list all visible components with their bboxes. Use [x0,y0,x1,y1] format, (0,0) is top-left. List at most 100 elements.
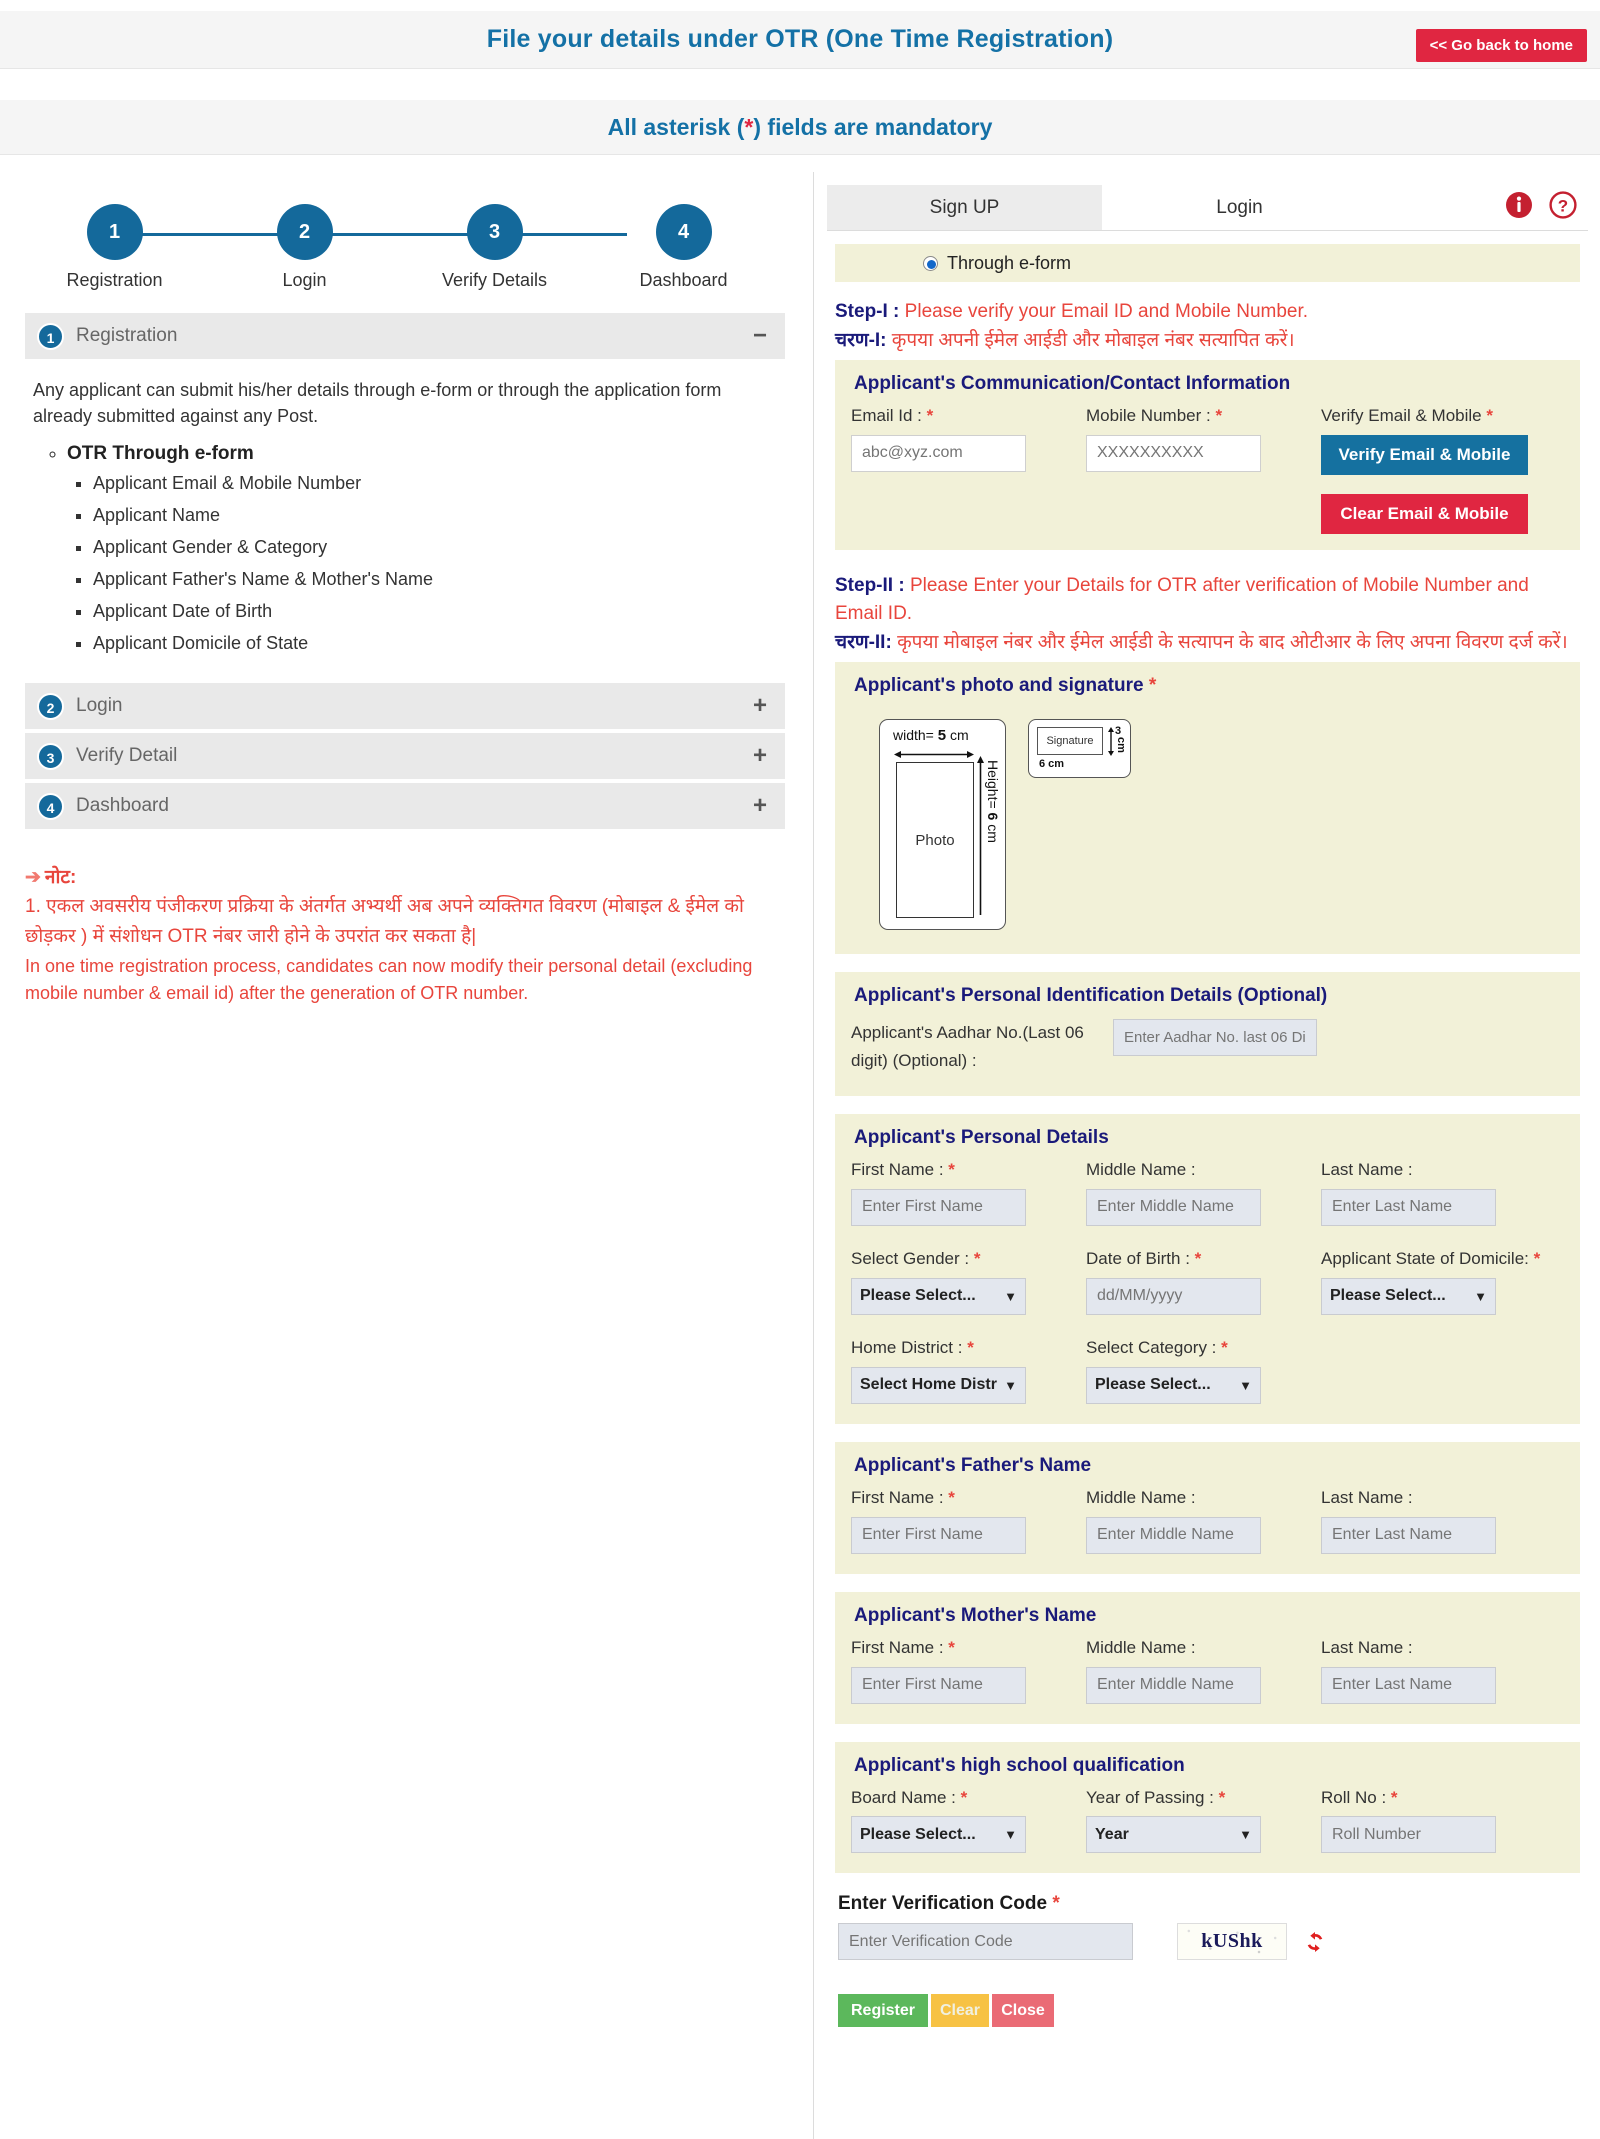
dob-input[interactable] [1086,1277,1261,1315]
father-last-name-label: Last Name : [1321,1487,1413,1507]
board-name-select[interactable]: Please Select... ▼ [851,1816,1026,1854]
personal-middle-name-group: Middle Name : [1086,1159,1321,1226]
father-middle-name-input[interactable] [1086,1516,1261,1554]
home-district-select[interactable]: Select Home Distr ▼ [851,1366,1026,1404]
accordion-header-registration[interactable]: 1 Registration − [25,313,785,359]
home-district-select-value: Select Home Distr [860,1376,997,1394]
info-circle-icon[interactable] [1504,190,1534,220]
email-field-group: Email Id : * [851,405,1086,534]
radio-through-eform-label: Through e-form [947,252,1072,273]
verify-field-group: Verify Email & Mobile * Verify Email & M… [1321,405,1551,534]
aadhar-field-row: Applicant's Aadhar No.(Last 06 digit) (O… [851,1017,1564,1073]
gender-select[interactable]: Please Select... ▼ [851,1277,1026,1315]
mother-first-name-input[interactable] [851,1666,1026,1704]
register-button[interactable]: Register [838,1994,928,2028]
signup-form: Through e-form Step-I : Please verify yo… [827,244,1588,2028]
required-asterisk: * [1218,1787,1226,1807]
verify-email-mobile-button[interactable]: Verify Email & Mobile [1321,434,1528,475]
required-asterisk: * [926,406,934,425]
contact-information-box: Applicant's Communication/Contact Inform… [835,360,1580,550]
step-2-text: Please Enter your Details for OTR after … [835,574,1529,625]
roll-no-input[interactable] [1321,1816,1496,1854]
mother-middle-name-input[interactable] [1086,1666,1261,1704]
signup-login-tabs: Sign UP Login ? [827,185,1588,231]
step-1-hindi-label: चरण-I: [835,329,887,351]
personal-details-title: Applicant's Personal Details [854,1126,1109,1148]
personal-last-name-input[interactable] [1321,1188,1496,1226]
registration-group-item: OTR Through e-form Applicant Email & Mob… [67,443,777,654]
accordion-header-verify-detail[interactable]: 3 Verify Detail + [25,733,785,780]
personal-first-name-input[interactable] [851,1188,1026,1226]
board-name-label: Board Name : * [851,1787,1075,1810]
category-select[interactable]: Please Select... ▼ [1086,1366,1261,1404]
photo-width-label-text: width= [893,727,934,744]
label-text: First Name : [851,1159,944,1179]
accordion-plus-icon[interactable]: + [753,794,767,818]
radio-through-eform[interactable] [923,255,938,271]
email-input[interactable] [851,434,1026,472]
accordion-header-login[interactable]: 2 Login + [25,683,785,730]
stepper-step-registration: 1 Registration [57,204,172,291]
note-heading-text: नोट: [44,867,77,889]
required-asterisk: * [1533,1248,1541,1268]
step-1-line-hi: चरण-I: कृपया अपनी ईमेल आईडी और मोबाइल नं… [835,327,1580,356]
mandatory-notice-text: All asterisk (*) fields are mandatory [608,114,993,141]
year-of-passing-group: Year of Passing : * Year ▼ [1086,1787,1321,1854]
photo-signature-diagram: width= 5 cm Photo Height= 6 cm Signature… [851,707,1564,938]
close-button[interactable]: Close [992,1994,1054,2028]
aadhar-box-title: Applicant's Personal Identification Deta… [854,985,1328,1007]
aadhar-input[interactable] [1113,1019,1317,1057]
captcha-image: kUShk [1177,1923,1287,1961]
label-text: First Name : [851,1637,944,1657]
photo-height-unit: cm [985,824,1001,844]
clear-email-mobile-button[interactable]: Clear Email & Mobile [1321,493,1528,534]
domicile-label: Applicant State of Domicile: * [1321,1248,1545,1271]
question-circle-icon[interactable]: ? [1548,190,1578,220]
signature-placeholder-box: Signature [1037,727,1103,756]
accordion-minus-icon[interactable]: − [753,324,767,348]
personal-last-name-label: Last Name : [1321,1159,1413,1179]
personal-details-box: Applicant's Personal Details First Name … [835,1113,1580,1424]
content-columns: 1 Registration 2 Login 3 Verify Details … [0,172,1600,2139]
chevron-down-icon: ▼ [1239,1827,1252,1843]
stepper-step-dashboard: 4 Dashboard [626,204,741,291]
personal-first-name-label: First Name : * [851,1159,1075,1182]
personal-middle-name-input[interactable] [1086,1188,1261,1226]
verification-code-label: Enter Verification Code * [838,1893,1580,1915]
domicile-select[interactable]: Please Select... ▼ [1321,1277,1496,1315]
high-school-title: Applicant's high school qualification [854,1754,1185,1776]
dob-group: Date of Birth : * [1086,1248,1321,1315]
accordion-plus-icon[interactable]: + [753,694,767,718]
accordion-header-dashboard[interactable]: 4 Dashboard + [25,783,785,830]
accordion-plus-icon[interactable]: + [753,744,767,768]
required-asterisk: * [1221,1337,1228,1357]
email-label: Email Id : * [851,405,1075,428]
tab-login[interactable]: Login [1102,185,1377,230]
chevron-down-icon: ▼ [1004,1377,1017,1393]
father-last-name-input[interactable] [1321,1516,1496,1554]
form-action-buttons: Register Clear Close [838,1994,1580,2028]
mandatory-prefix: All asterisk ( [607,113,745,140]
year-of-passing-select[interactable]: Year ▼ [1086,1816,1261,1854]
verification-code-row: kUShk [838,1923,1580,1961]
step-1-label: Step-I : [835,301,900,322]
verification-code-input[interactable] [838,1923,1133,1961]
category-select-value: Please Select... [1095,1376,1211,1394]
signup-mode-bar: Through e-form [835,244,1580,282]
mobile-label-text: Mobile Number : [1086,406,1211,425]
tab-signup[interactable]: Sign UP [827,185,1102,230]
personal-name-row: First Name : * Middle Name : Last Name : [851,1159,1564,1226]
photo-signature-title: Applicant's photo and signature * [851,668,1564,707]
mother-last-name-input[interactable] [1321,1666,1496,1704]
refresh-icon[interactable] [1303,1930,1327,1954]
father-first-name-input[interactable] [851,1516,1026,1554]
signature-height-unit: cm [1115,737,1127,754]
mobile-input[interactable] [1086,434,1261,472]
required-asterisk: * [1148,675,1157,697]
stepper-label-4: Dashboard [639,270,728,290]
mother-last-name-label: Last Name : [1321,1637,1413,1657]
clear-button[interactable]: Clear [931,1994,989,2028]
photo-width-value: 5 [937,727,947,745]
go-back-home-button[interactable]: << Go back to home [1415,29,1587,62]
signature-width-label: 6 cm [1039,758,1065,771]
